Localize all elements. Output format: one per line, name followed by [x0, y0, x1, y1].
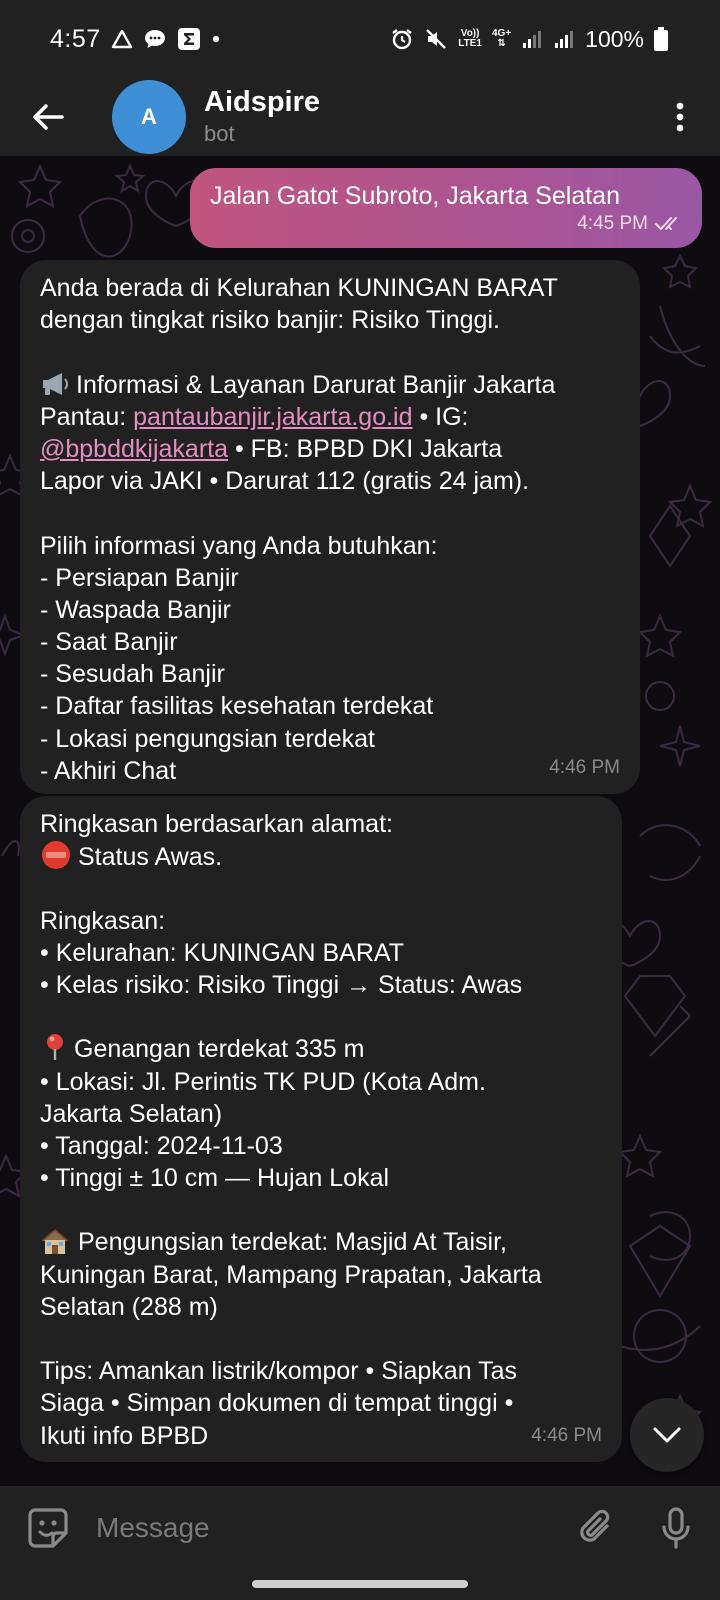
message-composer	[0, 1486, 720, 1570]
signal-1-icon	[521, 28, 543, 50]
message-line: Pengungsian terdekat: Masjid At Taisir,	[78, 1228, 507, 1257]
outgoing-message-meta: 4:45 PM	[577, 208, 684, 240]
menu-option: - Akhiri Chat	[40, 756, 177, 785]
avatar[interactable]: A	[112, 80, 186, 154]
menu-option: - Saat Banjir	[40, 628, 178, 657]
double-check-icon	[655, 216, 677, 230]
battery-percentage: 100%	[585, 25, 644, 52]
message-time: 4:46 PM	[549, 756, 620, 778]
data-indicator: 4G+ ⇅	[492, 29, 511, 49]
message-line-part: • IG:	[412, 402, 469, 431]
megaphone-icon	[40, 371, 70, 405]
sigma-app-icon	[177, 27, 201, 51]
pantaubanjir-link[interactable]: pantaubanjir.jakarta.go.id	[133, 403, 412, 431]
message-line: dengan tingkat risiko banjir: Risiko Tin…	[40, 306, 500, 335]
voice-message-button[interactable]	[636, 1486, 716, 1570]
message-line-pantau: Pantau: pantaubanjir.jakarta.go.id • IG:	[40, 401, 620, 433]
more-vertical-icon	[676, 102, 684, 132]
bot-message-bubble-summary[interactable]: Ringkasan berdasarkan alamat: Status Awa…	[20, 796, 622, 1462]
outgoing-message-bubble[interactable]: Jalan Gatot Subroto, Jakarta Selatan 4:4…	[190, 168, 702, 248]
paperclip-icon	[580, 1509, 610, 1542]
system-navigation-bar	[0, 1570, 720, 1600]
message-line: Ringkasan berdasarkan alamat:	[40, 810, 393, 838]
scroll-to-bottom-button[interactable]	[630, 1398, 704, 1472]
menu-option: - Daftar fasilitas kesehatan terdekat	[40, 692, 434, 721]
message-line: Genangan terdekat 335 m	[74, 1035, 365, 1064]
round-pushpin-icon	[44, 1033, 66, 1069]
status-time: 4:57	[50, 24, 101, 53]
message-line: • Tanggal: 2024-11-03	[40, 1131, 283, 1160]
notification-dot-icon	[211, 34, 221, 44]
message-line: Informasi & Layanan Darurat Banjir Jakar…	[76, 370, 556, 399]
message-line: Pilih informasi yang Anda butuhkan:	[40, 531, 438, 560]
volte-indicator: Vo)) LTE1	[458, 29, 482, 49]
attach-button[interactable]	[556, 1486, 636, 1570]
message-line-part: • FB: BPBD DKI Jakarta	[228, 434, 503, 463]
alarm-icon	[390, 27, 414, 51]
message-line: • Tinggi ± 10 cm — Hujan Lokal	[40, 1164, 390, 1193]
menu-option: - Lokasi pengungsian terdekat	[40, 724, 375, 753]
status-right: Vo)) LTE1 4G+ ⇅ 100%	[390, 26, 668, 53]
signal-2-icon	[553, 28, 575, 50]
volte-bottom-label: LTE1	[458, 38, 482, 49]
message-line: Selatan (288 m)	[40, 1292, 218, 1321]
message-line: Ikuti info BPBD	[40, 1421, 209, 1450]
chat-bubble-icon	[143, 28, 167, 50]
instagram-handle-link[interactable]: @bpbddkijakarta	[40, 435, 228, 463]
emoji-sticker-button[interactable]	[0, 1486, 96, 1570]
mute-icon	[424, 27, 448, 51]
message-line: Ringkasan:	[40, 906, 166, 935]
status-left: 4:57	[50, 25, 221, 54]
chat-header: A Aidspire bot	[0, 78, 720, 156]
message-line: Tips: Amankan listrik/kompor • Siapkan T…	[40, 1357, 518, 1386]
telegram-chat-screen: 4:57 Vo)) LTE1 4G+ ⇅ 100% A Aidspire bot…	[0, 0, 720, 1600]
home-indicator[interactable]	[252, 1580, 468, 1588]
microphone-icon	[662, 1507, 690, 1549]
message-line-instagram: @bpbddkijakarta • FB: BPBD DKI Jakarta	[40, 433, 620, 465]
message-line: Status Awas.	[78, 843, 223, 872]
status-bar: 4:57 Vo)) LTE1 4G+ ⇅ 100%	[0, 0, 720, 78]
outgoing-message-time: 4:45 PM	[577, 212, 648, 234]
chat-title-block[interactable]: Aidspire bot	[204, 85, 320, 149]
chevron-down-icon	[653, 1427, 681, 1443]
chat-title: Aidspire	[204, 86, 321, 118]
message-line-emergency-title: Informasi & Layanan Darurat Banjir Jakar…	[40, 369, 620, 401]
arrow-left-icon	[33, 104, 64, 130]
message-line-shelter: Pengungsian terdekat: Masjid At Taisir,	[40, 1226, 602, 1258]
message-line: Anda berada di Kelurahan KUNINGAN BARAT	[40, 274, 558, 302]
message-line: • Lokasi: Jl. Perintis TK PUD (Kota Adm.	[40, 1067, 486, 1096]
more-options-button[interactable]	[640, 78, 720, 156]
stop-sign-icon	[40, 840, 72, 878]
message-line-status: Status Awas.	[40, 840, 602, 872]
message-line: Siaga • Simpan dokumen di tempat tinggi …	[40, 1389, 514, 1418]
message-list[interactable]: Jalan Gatot Subroto, Jakarta Selatan 4:4…	[0, 156, 720, 1486]
message-line: Jakarta Selatan)	[40, 1099, 223, 1128]
message-line: • Kelas risiko: Risiko Tinggi → Status: …	[40, 970, 523, 999]
menu-option: - Persiapan Banjir	[40, 563, 239, 592]
message-input[interactable]	[96, 1486, 556, 1570]
message-line: • Kelurahan: KUNINGAN BARAT	[40, 938, 404, 967]
bot-message-bubble-flood-info[interactable]: Anda berada di Kelurahan KUNINGAN BARAT …	[20, 260, 640, 794]
back-button[interactable]	[0, 78, 96, 156]
chat-subtitle: bot	[204, 121, 235, 146]
message-line: Lapor via JAKI • Darurat 112 (gratis 24 …	[40, 467, 530, 496]
message-time: 4:46 PM	[531, 1424, 602, 1446]
sticker-smile-icon	[28, 1508, 68, 1548]
menu-option: - Sesudah Banjir	[40, 660, 225, 689]
message-line: Kuningan Barat, Mampang Prapatan, Jakart…	[40, 1260, 542, 1289]
message-line-flood: Genangan terdekat 335 m	[40, 1033, 602, 1065]
drive-triangle-icon	[111, 29, 133, 49]
battery-icon	[654, 27, 668, 51]
data-bottom-label: ⇅	[497, 38, 506, 49]
message-line-part: Pantau:	[40, 402, 134, 431]
menu-option: - Waspada Banjir	[40, 595, 231, 624]
